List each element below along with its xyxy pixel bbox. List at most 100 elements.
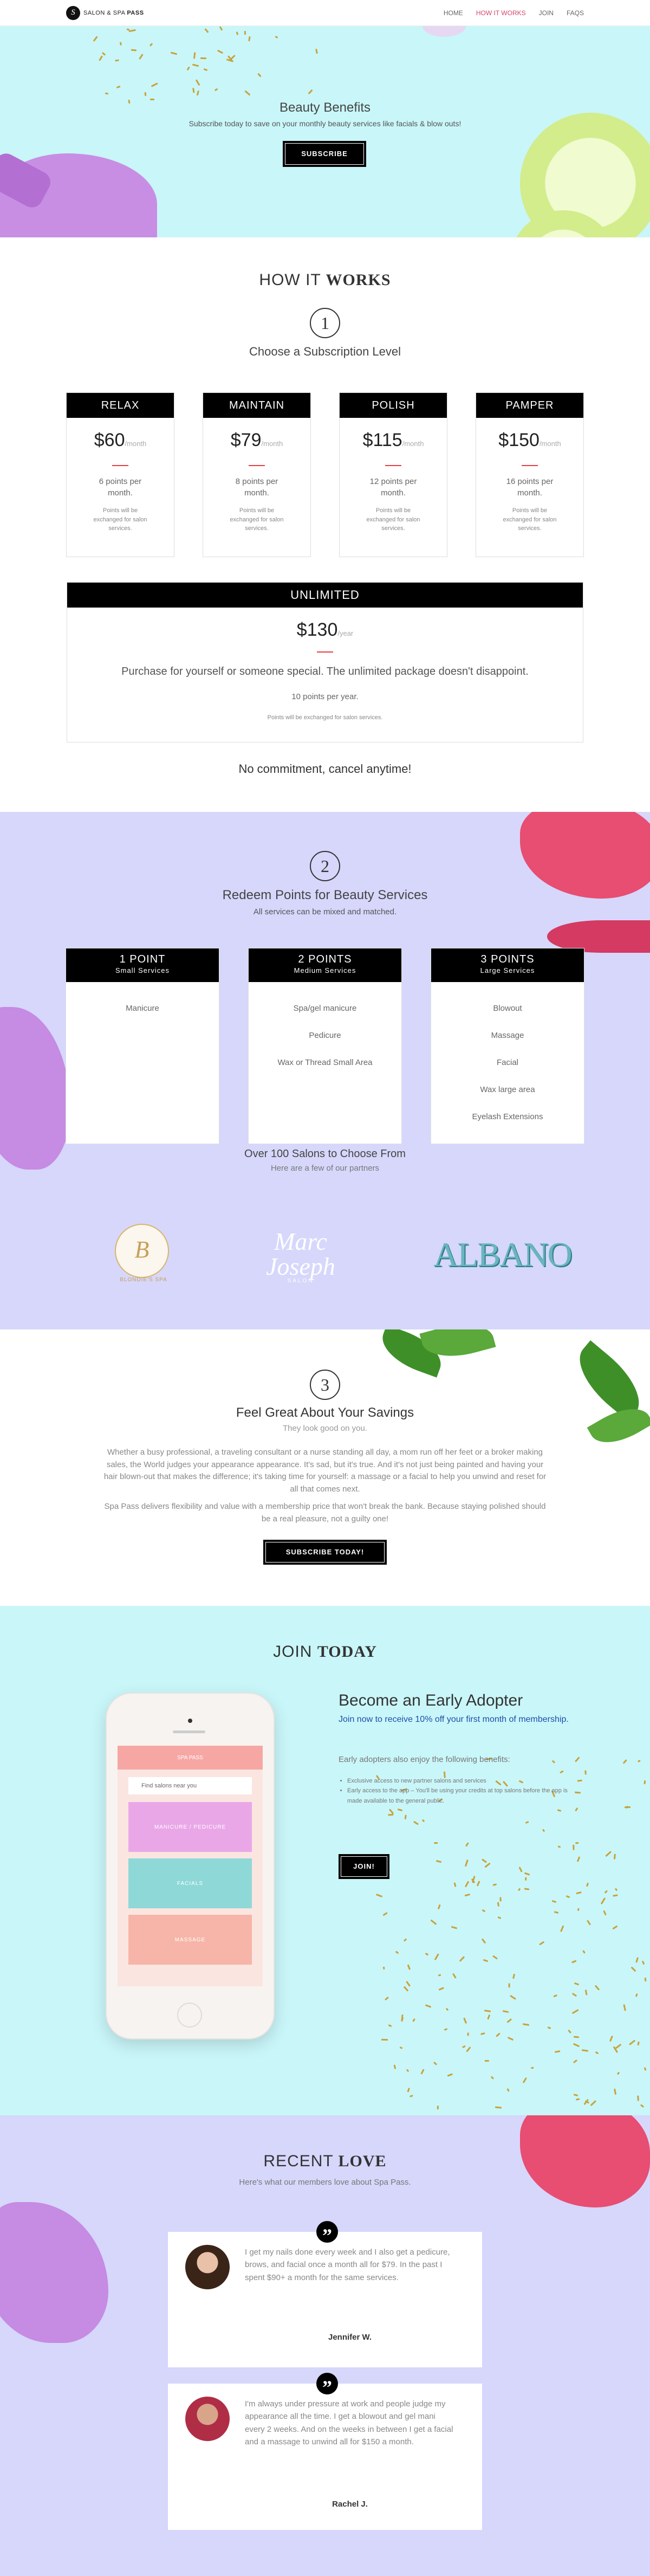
plan-name: MAINTAIN xyxy=(203,393,310,418)
confetti-piece xyxy=(575,2098,580,2101)
step-title: Redeem Points for Beauty Services xyxy=(222,888,428,902)
confetti-piece xyxy=(375,1894,383,1898)
confetti-piece xyxy=(105,92,108,95)
confetti-piece xyxy=(492,1955,498,1960)
partner-salons-title: Over 100 Salons to Choose From xyxy=(244,1148,406,1160)
confetti-piece xyxy=(192,88,195,93)
logo-mark: S xyxy=(66,5,80,20)
confetti-piece xyxy=(615,2043,622,2049)
plan-description: Purchase for yourself or someone special… xyxy=(121,666,529,677)
plan-note: Points will be exchanged for salon servi… xyxy=(267,714,383,721)
confetti-piece xyxy=(465,1859,469,1867)
subscribe-button[interactable]: SUBSCRIBE xyxy=(283,141,366,167)
service-tier-2: 2 POINTS Medium Services Spa/gel manicure… xyxy=(249,948,401,1144)
confetti-piece xyxy=(406,2069,410,2073)
confetti-piece xyxy=(576,1856,581,1863)
confetti-piece xyxy=(616,2071,620,2075)
confetti-piece xyxy=(637,1759,641,1762)
plan-card-relax[interactable]: RELAX $60/month 6 points per month. Poin… xyxy=(66,392,174,557)
subscribe-today-button[interactable]: SUBSCRIBE TODAY! xyxy=(263,1540,387,1565)
confetti-piece xyxy=(613,1854,616,1860)
nav-join-link[interactable]: JOIN xyxy=(539,9,554,17)
confetti-piece xyxy=(622,1759,627,1765)
benefit-item: Exclusive access to new partner salons a… xyxy=(347,1776,577,1786)
plan-card-unlimited[interactable]: UNLIMITED $130/year Purchase for yoursel… xyxy=(67,582,583,743)
join-button[interactable]: JOIN! xyxy=(339,1854,389,1879)
confetti-piece xyxy=(586,1882,589,1887)
confetti-piece xyxy=(407,1964,411,1970)
confetti-piece xyxy=(484,1862,491,1868)
confetti-piece xyxy=(629,2039,636,2045)
site-logo[interactable]: S SALON & SPA PASS xyxy=(66,5,144,20)
confetti-piece xyxy=(630,1966,637,1972)
confetti-piece xyxy=(99,55,103,61)
confetti-piece xyxy=(400,2014,404,2022)
plan-card-polish[interactable]: POLISH $115/month 12 points per month. P… xyxy=(339,392,447,557)
testimonial-card: ” I get my nails done every week and I a… xyxy=(168,2221,482,2367)
confetti-piece xyxy=(551,1900,557,1903)
quote-icon: ” xyxy=(316,2221,338,2246)
section-title: JOIN TODAY xyxy=(273,1643,377,1661)
plan-card-maintain[interactable]: MAINTAIN $79/month 8 points per month. P… xyxy=(203,392,311,557)
app-search-input: Find salons near you xyxy=(128,1777,252,1794)
plan-card-pamper[interactable]: PAMPER $150/month 16 points per month. P… xyxy=(476,392,584,557)
early-adopter-lead: Join now to receive 10% off your first m… xyxy=(339,1715,569,1724)
plan-note: Points will be exchanged for salon servi… xyxy=(230,507,284,532)
confetti-piece xyxy=(557,1809,562,1812)
confetti-piece xyxy=(425,1953,428,1956)
confetti-piece xyxy=(150,43,153,47)
plan-list: RELAX $60/month 6 points per month. Poin… xyxy=(0,392,650,557)
plan-note: Points will be exchanged for salon servi… xyxy=(503,507,557,532)
confetti-piece xyxy=(236,31,238,35)
confetti-piece xyxy=(484,2009,491,2012)
no-commitment-note: No commitment, cancel anytime! xyxy=(238,762,412,776)
service-item: Facial xyxy=(496,1058,518,1067)
tier-services: Spa/gel manicure Pedicure Wax or Thread … xyxy=(249,982,401,1089)
confetti-piece xyxy=(507,2037,514,2041)
confetti-piece xyxy=(102,51,106,56)
confetti-piece xyxy=(399,2046,403,2050)
plan-price: $130/year xyxy=(296,619,354,640)
step-number: 3 xyxy=(310,1370,340,1400)
nav-home-link[interactable]: HOME xyxy=(444,9,463,17)
confetti-piece xyxy=(406,1981,411,1987)
confetti-piece xyxy=(438,1974,441,1977)
confetti-piece xyxy=(595,2051,599,2055)
confetti-piece xyxy=(393,2064,396,2069)
confetti-piece xyxy=(524,1888,530,1890)
confetti-piece xyxy=(397,1808,403,1811)
benefits-list: Exclusive access to new partner salons a… xyxy=(339,1776,577,1806)
partner-logo-marc-joseph[interactable]: Marc Joseph xyxy=(246,1229,355,1279)
avatar xyxy=(185,2245,230,2289)
confetti-piece xyxy=(497,1916,502,1919)
confetti-piece xyxy=(451,1926,457,1929)
decor-polish-spill xyxy=(0,1007,70,1170)
confetti-piece xyxy=(385,1996,389,2001)
confetti-piece xyxy=(601,1897,606,1904)
nav-faqs-link[interactable]: FAQS xyxy=(567,9,584,17)
confetti-piece xyxy=(192,63,199,67)
nav-how-it-works-link[interactable]: HOW IT WORKS xyxy=(476,9,526,17)
app-category-card: MANICURE / PEDICURE xyxy=(128,1802,252,1852)
confetti-piece xyxy=(480,2032,485,2036)
service-item: Massage xyxy=(491,1031,524,1040)
plan-name: UNLIMITED xyxy=(67,583,583,608)
confetti-piece xyxy=(420,2068,425,2075)
savings-paragraph: Whether a busy professional, a traveling… xyxy=(103,1448,547,1494)
confetti-piece xyxy=(595,1985,600,1991)
confetti-piece xyxy=(214,88,218,92)
confetti-piece xyxy=(525,1877,527,1880)
confetti-piece xyxy=(444,2028,448,2031)
testimonial-author: Jennifer W. xyxy=(328,2333,372,2342)
tier-services: Manicure xyxy=(66,982,219,1035)
confetti-piece xyxy=(524,1872,530,1876)
confetti-piece xyxy=(481,1858,487,1863)
confetti-piece xyxy=(539,1941,545,1946)
partner-logo-albano[interactable]: ALBANO xyxy=(433,1235,573,1275)
confetti-piece xyxy=(490,2075,494,2080)
confetti-piece xyxy=(467,2032,469,2036)
confetti-piece xyxy=(435,1860,441,1863)
divider xyxy=(112,465,128,466)
partner-logo-blondies[interactable]: B xyxy=(115,1224,169,1278)
service-item: Wax or Thread Small Area xyxy=(277,1058,373,1067)
